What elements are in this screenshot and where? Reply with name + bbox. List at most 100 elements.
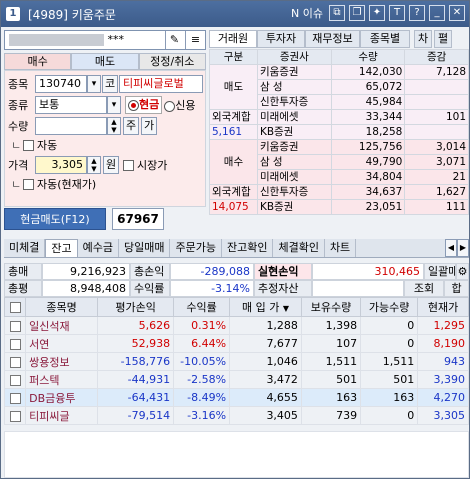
menu-icon[interactable]: ≡ bbox=[185, 31, 205, 49]
col-broker: 증권사 bbox=[256, 49, 332, 65]
tab-fill-check[interactable]: 체결확인 bbox=[273, 239, 325, 257]
checkbox-icon bbox=[9, 320, 21, 332]
buy-total-label: 총매입 bbox=[4, 263, 42, 294]
font-size-icon[interactable]: T bbox=[389, 5, 405, 21]
market-price-checkbox[interactable] bbox=[123, 159, 134, 171]
select-all-checkbox[interactable] bbox=[3, 297, 27, 317]
row-checkbox[interactable] bbox=[3, 406, 27, 425]
price-input[interactable]: 3,305 bbox=[35, 156, 87, 174]
broker-qty: 142,030 bbox=[330, 64, 406, 80]
query-button[interactable]: 조회 bbox=[404, 280, 444, 297]
quantity-stepper[interactable]: ▲ ▼ bbox=[107, 117, 121, 135]
sum-button[interactable]: 합 bbox=[444, 280, 469, 297]
account-number-masked bbox=[9, 34, 104, 46]
current-price: 8,190 bbox=[417, 334, 469, 353]
tab-by-stock[interactable]: 종목별 bbox=[360, 30, 410, 48]
issue-label[interactable]: N 이슈 bbox=[291, 5, 323, 21]
sell-label: 매도 bbox=[209, 64, 258, 110]
table-row[interactable]: 일신석재 5,626 0.31% 1,288 1,398 0 1,295 bbox=[3, 316, 469, 335]
tab-orderable[interactable]: 주문가능 bbox=[170, 239, 222, 257]
stock-name: 퍼스텍 bbox=[25, 370, 99, 389]
broker-name: KB증권 bbox=[256, 199, 332, 215]
col-buy-price[interactable]: 매 입 가 ▼ bbox=[229, 297, 302, 317]
buy-price: 1,288 bbox=[229, 316, 302, 335]
cash-radio[interactable]: 현금 bbox=[125, 96, 163, 114]
tab-unfilled[interactable]: 미체결 bbox=[4, 239, 46, 257]
tab-balance[interactable]: 잔고 bbox=[45, 239, 78, 257]
broker-change bbox=[404, 79, 469, 95]
table-row[interactable]: 티피씨글 -79,514 -3.16% 3,405 739 0 3,305 bbox=[3, 406, 469, 425]
expand-button[interactable]: 펼 bbox=[434, 30, 452, 48]
foreign-buy-label: 외국계합 bbox=[209, 184, 258, 200]
tab-chart[interactable]: 차트 bbox=[325, 239, 357, 257]
price-unit-button[interactable]: 원 bbox=[103, 156, 119, 174]
tab-deposit[interactable]: 예수금 bbox=[78, 239, 119, 257]
stock-code-input[interactable]: 130740 bbox=[35, 75, 87, 93]
checkbox-icon bbox=[9, 302, 21, 313]
tab-financial[interactable]: 재무정보 bbox=[305, 30, 360, 48]
eval-pl: 52,938 bbox=[97, 334, 175, 353]
checkbox-icon bbox=[9, 374, 21, 386]
tab-chart[interactable]: 차 bbox=[414, 30, 432, 48]
row-checkbox[interactable] bbox=[3, 352, 27, 371]
minimize-icon[interactable]: _ bbox=[429, 5, 445, 21]
col-qty: 수량 bbox=[330, 49, 406, 65]
tab-modify-cancel[interactable]: 정정/취소 bbox=[138, 53, 206, 70]
pin-icon[interactable]: ✦ bbox=[369, 5, 385, 21]
price-stepper[interactable]: ▲ ▼ bbox=[87, 156, 101, 174]
settings-icon[interactable]: ⚙ bbox=[456, 263, 469, 280]
row-checkbox[interactable] bbox=[3, 388, 27, 407]
tab-buy[interactable]: 매수 bbox=[4, 53, 72, 70]
table-row[interactable]: DB금융투 -64,431 -8.49% 4,655 163 163 4,270 bbox=[3, 388, 469, 407]
cash-sell-button[interactable]: 현금매도(F12) bbox=[4, 208, 106, 230]
row-checkbox[interactable] bbox=[3, 334, 27, 353]
qty-available-button[interactable]: 가 bbox=[141, 117, 157, 135]
scroll-right-icon[interactable]: ▶ bbox=[457, 239, 469, 257]
row-checkbox[interactable] bbox=[3, 316, 27, 335]
tab-daily-trades[interactable]: 당일매매 bbox=[119, 239, 171, 257]
account-selector[interactable]: *** ✎ ≡ bbox=[4, 30, 206, 50]
tab-sell[interactable]: 매도 bbox=[71, 53, 139, 70]
lock-icon[interactable]: ✎ bbox=[165, 31, 183, 49]
balance-grid: 종목명 평가손익 수익률 매 입 가 ▼ 보유수량 가능수량 현재가 일신석재 5… bbox=[3, 297, 469, 425]
link-icon[interactable]: ⧉ bbox=[329, 5, 345, 21]
stock-name-field: 티피씨글로벌 bbox=[119, 75, 203, 93]
type-label: 종류 bbox=[8, 99, 29, 112]
row-checkbox[interactable] bbox=[3, 370, 27, 389]
tab-balance-check[interactable]: 잔고확인 bbox=[222, 239, 274, 257]
broker-tabs: 거래원 투자자 재무정보 종목별 차 펼 bbox=[209, 30, 469, 48]
table-row[interactable]: 서연 52,938 6.44% 7,677 107 0 8,190 bbox=[3, 334, 469, 353]
code-dropdown-icon[interactable]: ▾ bbox=[87, 75, 101, 93]
copy-icon[interactable]: ❐ bbox=[349, 5, 365, 21]
scroll-left-icon[interactable]: ◀ bbox=[445, 239, 457, 257]
table-row[interactable]: 쌍용정보 -158,776 -10.05% 1,046 1,511 1,511 943 bbox=[3, 352, 469, 371]
table-row[interactable]: 퍼스텍 -44,931 -2.58% 3,472 501 501 3,390 bbox=[3, 370, 469, 389]
sort-down-icon: ▼ bbox=[282, 304, 289, 313]
price-label: 가격 bbox=[8, 159, 29, 172]
close-icon[interactable]: ✕ bbox=[449, 5, 465, 21]
broker-name: 신한투자증 bbox=[256, 184, 332, 200]
broker-name: 미래에셋 bbox=[256, 109, 332, 125]
holding-qty: 163 bbox=[300, 388, 362, 407]
code-search-button[interactable]: 코 bbox=[102, 75, 118, 93]
radio-icon bbox=[164, 100, 176, 112]
bulk-sell-button[interactable]: 일괄매도 bbox=[424, 263, 456, 280]
order-type-select[interactable]: 보통 bbox=[35, 96, 107, 114]
qty-unit-button[interactable]: 주 bbox=[123, 117, 139, 135]
market-price-label: 시장가 bbox=[137, 159, 168, 172]
stock-name: 일신석재 bbox=[25, 316, 99, 335]
order-type-tabs: 매수 매도 정정/취소 bbox=[4, 53, 206, 70]
pl-value: -289,088 bbox=[170, 263, 254, 280]
auto-qty-checkbox[interactable] bbox=[23, 139, 34, 151]
foreign-sell-value: 5,161 bbox=[209, 124, 258, 140]
auto-current-price-checkbox[interactable] bbox=[23, 178, 34, 190]
broker-qty: 34,804 bbox=[330, 169, 406, 185]
quantity-input[interactable] bbox=[35, 117, 107, 135]
tab-broker[interactable]: 거래원 bbox=[209, 30, 257, 48]
broker-name: 미래에셋 bbox=[256, 169, 332, 185]
credit-radio[interactable]: 신용 bbox=[164, 97, 196, 113]
order-type-dropdown-icon[interactable]: ▾ bbox=[107, 96, 121, 114]
help-icon[interactable]: ? bbox=[409, 5, 425, 21]
buy-label: 매수 bbox=[209, 139, 258, 185]
tab-investor[interactable]: 투자자 bbox=[257, 30, 305, 48]
